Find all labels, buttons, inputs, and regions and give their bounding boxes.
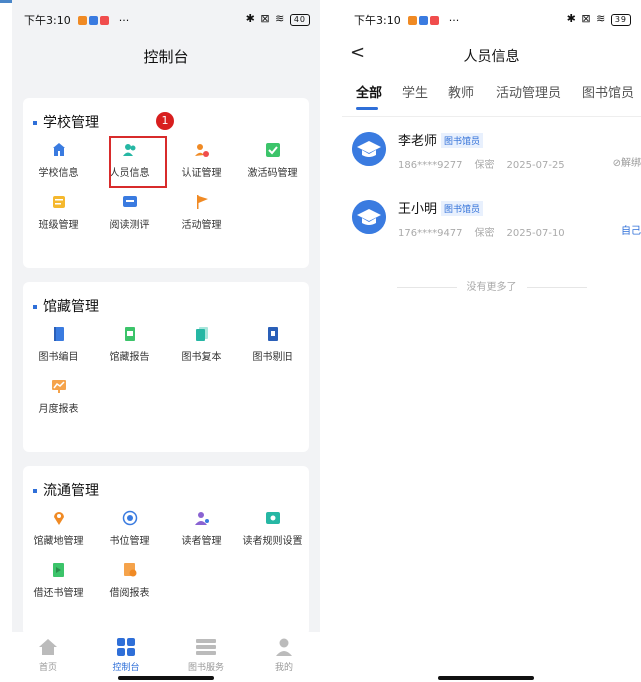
- list-item[interactable]: 王小明 图书馆员 176****9477 保密 2025-07-10 自己: [352, 194, 641, 244]
- role-tabs: 全部 学生 教师 活动管理员 图书馆员: [342, 82, 641, 116]
- notification-icons: [78, 15, 111, 28]
- step-badge: 1: [156, 112, 174, 130]
- school-icon: [52, 143, 65, 156]
- tab-librarians[interactable]: 图书馆员: [582, 82, 634, 101]
- section-title: 馆藏管理: [33, 296, 99, 316]
- copy-icon: [195, 327, 208, 341]
- page-title: 人员信息: [463, 49, 520, 65]
- tab-home[interactable]: 首页: [18, 638, 78, 673]
- menu-item-book-copy[interactable]: 图书复本: [166, 326, 237, 370]
- status-indicators: ✱ ⊠ ≋ 40: [246, 12, 310, 26]
- status-indicators: ✱ ⊠ ≋ 39: [567, 12, 631, 26]
- menu-item-borrow-report[interactable]: 借阅报表: [94, 562, 165, 606]
- dashboard-icon: [117, 638, 135, 656]
- section-collection-management: 馆藏管理 图书编目 馆藏报告 图书复本 图书剔旧 月度报表: [23, 282, 309, 452]
- menu-item-reader[interactable]: 读者管理: [166, 510, 237, 554]
- menu-item-school-info[interactable]: 学校信息: [23, 142, 94, 186]
- role-badge: 图书馆员: [441, 133, 484, 148]
- menu-item-book-discard[interactable]: 图书剔旧: [237, 326, 308, 370]
- highlight-box: [109, 136, 167, 188]
- bottom-tab-bar: 首页 控制台 图书服务 我的: [12, 632, 320, 682]
- status-bar: 下午3:10 ··· ✱ ⊠ ≋ 40: [12, 12, 320, 30]
- active-tab-indicator: [356, 107, 378, 110]
- checkbox-icon: [265, 143, 280, 157]
- flag-icon: [196, 195, 208, 209]
- reader-icon: [194, 512, 209, 525]
- no-more-text: 没有更多了: [342, 278, 641, 293]
- status-time: 下午3:10 ···: [354, 14, 460, 28]
- home-icon: [39, 639, 57, 655]
- chart-icon: [51, 380, 66, 393]
- rule-icon: [265, 512, 280, 524]
- borrow-report-icon: [123, 563, 136, 577]
- menu-item-reading-assessment[interactable]: 阅读测评: [94, 194, 165, 238]
- borrow-icon: [52, 563, 64, 577]
- person-date: 2025-07-10: [506, 228, 565, 239]
- assessment-icon: [122, 196, 137, 207]
- section-title: 学校管理: [33, 112, 99, 132]
- home-indicator: [118, 676, 214, 680]
- person-name: 李老师: [398, 134, 438, 149]
- battery-icon: 39: [610, 14, 631, 26]
- menu-item-class[interactable]: 班级管理: [23, 194, 94, 238]
- person-date: 2025-07-25: [506, 160, 565, 171]
- tab-students[interactable]: 学生: [402, 82, 428, 101]
- menu-item-monthly-report[interactable]: 月度报表: [23, 378, 94, 422]
- person-phone: 176****9477: [398, 228, 463, 239]
- section-school-management: 学校管理 学校信息 人员信息 认证管理 激活码管理 班级管理 阅读测评 活动管理…: [23, 98, 309, 268]
- menu-item-certify[interactable]: 认证管理: [166, 142, 237, 186]
- graduation-cap-icon: [352, 200, 386, 234]
- menu-item-activity[interactable]: 活动管理: [166, 194, 237, 238]
- tab-activity-admins[interactable]: 活动管理员: [496, 82, 561, 101]
- section-title: 流通管理: [33, 480, 99, 500]
- person-name: 王小明: [398, 202, 438, 217]
- tab-profile[interactable]: 我的: [254, 638, 314, 673]
- screens-gap: [320, 0, 342, 682]
- list-item[interactable]: 李老师 图书馆员 186****9277 保密 2025-07-25 ⊘解绑: [352, 126, 641, 176]
- books-icon: [196, 639, 216, 655]
- tab-all[interactable]: 全部: [356, 82, 382, 101]
- menu-item-reader-rules[interactable]: 读者规则设置: [237, 510, 308, 554]
- book-icon: [53, 327, 64, 341]
- tab-book-services[interactable]: 图书服务: [176, 638, 236, 673]
- tab-teachers[interactable]: 教师: [448, 82, 474, 101]
- self-label: 自己: [621, 226, 641, 237]
- class-icon: [52, 196, 65, 208]
- menu-item-collection-report[interactable]: 馆藏报告: [94, 326, 165, 370]
- person-privacy: 保密: [474, 228, 495, 239]
- profile-icon: [276, 638, 292, 656]
- status-time: 下午3:10 ···: [24, 14, 130, 28]
- role-badge: 图书馆员: [441, 201, 484, 216]
- location-icon: [53, 512, 64, 525]
- menu-item-collection-location[interactable]: 馆藏地管理: [23, 510, 94, 554]
- page-title: 控制台: [143, 48, 189, 66]
- menu-item-borrow-return[interactable]: 借还书管理: [23, 562, 94, 606]
- person-phone: 186****9277: [398, 160, 463, 171]
- menu-item-cataloging[interactable]: 图书编目: [23, 326, 94, 370]
- section-circulation-management: 流通管理 馆藏地管理 书位管理 读者管理 读者规则设置 借还书管理 借阅报表: [23, 466, 309, 636]
- home-indicator: [438, 676, 534, 680]
- status-bar: 下午3:10 ··· ✱ ⊠ ≋ 39: [342, 12, 641, 30]
- menu-item-activation-code[interactable]: 激活码管理: [237, 142, 308, 186]
- menu-item-shelf-position[interactable]: 书位管理: [94, 510, 165, 554]
- discard-icon: [267, 327, 278, 341]
- notification-icons: [408, 15, 441, 28]
- tabs-divider: [342, 116, 641, 117]
- report-icon: [124, 327, 135, 341]
- unbind-button[interactable]: ⊘解绑: [613, 154, 641, 169]
- certify-icon: [194, 144, 209, 157]
- console-screen: 下午3:10 ··· ✱ ⊠ ≋ 40 控制台 学校管理 学校信息 人员信息 认…: [12, 0, 320, 682]
- person-privacy: 保密: [474, 160, 495, 171]
- tab-dashboard[interactable]: 控制台: [96, 638, 156, 673]
- link-icon: ⊘: [612, 158, 621, 169]
- battery-icon: 40: [289, 14, 310, 26]
- people-info-screen: 下午3:10 ··· ✱ ⊠ ≋ 39 < 人员信息 全部 学生 教师 活动管理…: [342, 0, 641, 682]
- target-icon: [122, 510, 137, 526]
- graduation-cap-icon: [352, 132, 386, 166]
